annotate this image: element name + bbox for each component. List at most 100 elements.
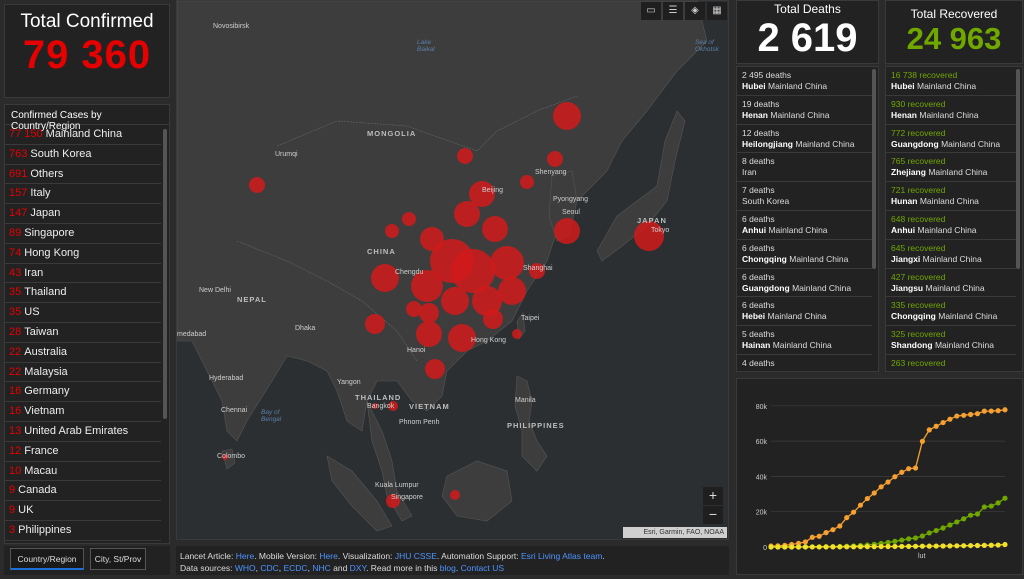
cdc-link[interactable]: CDC: [260, 563, 278, 573]
chart-point[interactable]: [975, 411, 980, 416]
chart-point[interactable]: [872, 490, 877, 495]
chart-point[interactable]: [858, 503, 863, 508]
nhc-link[interactable]: NHC: [312, 563, 330, 573]
chart-point[interactable]: [817, 534, 822, 539]
chart-point[interactable]: [996, 408, 1001, 413]
chart-point[interactable]: [906, 466, 911, 471]
contact-link[interactable]: Contact US: [461, 563, 504, 573]
deaths-list-item[interactable]: 6 deathsGuangdong Mainland China: [737, 269, 872, 298]
who-link[interactable]: WHO: [235, 563, 256, 573]
basemap-grid-icon[interactable]: ▦: [707, 2, 727, 20]
country-list-item[interactable]: 147Japan: [5, 204, 161, 224]
chart-point[interactable]: [975, 511, 980, 516]
chart-point[interactable]: [899, 544, 904, 549]
chart-point[interactable]: [913, 535, 918, 540]
country-list-scrollbar[interactable]: [163, 129, 167, 419]
chart-point[interactable]: [823, 544, 828, 549]
country-list-item[interactable]: 16Vietnam: [5, 402, 161, 422]
country-list-item[interactable]: 691Others: [5, 165, 161, 185]
country-list-item[interactable]: 16Germany: [5, 382, 161, 402]
chart-point[interactable]: [803, 544, 808, 549]
country-list-item[interactable]: 22Malaysia: [5, 363, 161, 383]
chart-point[interactable]: [865, 496, 870, 501]
lancet-link[interactable]: Here: [236, 551, 254, 561]
country-list-item[interactable]: 12France: [5, 442, 161, 462]
chart-point[interactable]: [844, 544, 849, 549]
chart-point[interactable]: [996, 542, 1001, 547]
chart-point[interactable]: [934, 424, 939, 429]
chart-point[interactable]: [796, 544, 801, 549]
chart-point[interactable]: [947, 543, 952, 548]
recovered-list-item[interactable]: 930 recoveredHenan Mainland China: [886, 96, 1016, 125]
recovered-list-item[interactable]: 765 recoveredZhejiang Mainland China: [886, 153, 1016, 182]
chart-point[interactable]: [885, 479, 890, 484]
country-list-item[interactable]: 77 150Mainland China: [5, 125, 161, 145]
recovered-list-scrollbar[interactable]: [1016, 69, 1020, 269]
chart-point[interactable]: [940, 525, 945, 530]
blog-link[interactable]: blog: [440, 563, 456, 573]
country-list-item[interactable]: 9Canada: [5, 481, 161, 501]
chart-point[interactable]: [844, 515, 849, 520]
chart-point[interactable]: [927, 544, 932, 549]
chart-point[interactable]: [996, 500, 1001, 505]
chart-point[interactable]: [961, 516, 966, 521]
chart-point[interactable]: [1002, 496, 1007, 501]
chart-point[interactable]: [961, 543, 966, 548]
mobile-link[interactable]: Here: [319, 551, 337, 561]
chart-point[interactable]: [823, 530, 828, 535]
chart-point[interactable]: [1002, 542, 1007, 547]
chart-point[interactable]: [982, 409, 987, 414]
deaths-list-item[interactable]: 2 495 deathsHubei Mainland China: [737, 67, 872, 96]
deaths-list-item[interactable]: 6 deathsAnhui Mainland China: [737, 211, 872, 240]
dxy-link[interactable]: DXY: [350, 563, 366, 573]
country-list-item[interactable]: 89Singapore: [5, 224, 161, 244]
chart-point[interactable]: [830, 527, 835, 532]
chart-point[interactable]: [1002, 407, 1007, 412]
chart-point[interactable]: [885, 544, 890, 549]
chart-point[interactable]: [775, 544, 780, 549]
deaths-list-item[interactable]: 7 deaths South Korea: [737, 182, 872, 211]
esri-link[interactable]: Esri Living Atlas team: [521, 551, 602, 561]
country-list-item[interactable]: 28Taiwan: [5, 323, 161, 343]
list-icon[interactable]: ☰: [663, 2, 683, 20]
deaths-list-item[interactable]: 12 deathsHeilongjiang Mainland China: [737, 125, 872, 154]
chart-point[interactable]: [913, 544, 918, 549]
country-list-item[interactable]: 3Philippines: [5, 521, 161, 541]
chart-point[interactable]: [954, 519, 959, 524]
jhu-link[interactable]: JHU CSSE: [395, 551, 437, 561]
chart-point[interactable]: [954, 543, 959, 548]
chart-point[interactable]: [968, 543, 973, 548]
deaths-list-item[interactable]: 5 deathsHainan Mainland China: [737, 326, 872, 355]
chart-point[interactable]: [810, 535, 815, 540]
deaths-list-item[interactable]: 6 deathsHebei Mainland China: [737, 297, 872, 326]
chart-point[interactable]: [961, 413, 966, 418]
chart-point[interactable]: [810, 544, 815, 549]
tab-city-state[interactable]: City, St/Prov: [90, 548, 146, 570]
chart-point[interactable]: [954, 413, 959, 418]
chart-point[interactable]: [934, 528, 939, 533]
chart-point[interactable]: [940, 420, 945, 425]
recovered-list-item[interactable]: 427 recoveredJiangsu Mainland China: [886, 269, 1016, 298]
chart-point[interactable]: [975, 543, 980, 548]
country-list-item[interactable]: 157Italy: [5, 184, 161, 204]
country-list-item[interactable]: 43Iran: [5, 264, 161, 284]
chart-point[interactable]: [865, 544, 870, 549]
chart-point[interactable]: [872, 544, 877, 549]
chart-point[interactable]: [982, 504, 987, 509]
country-list-item[interactable]: 9UK: [5, 501, 161, 521]
chart-point[interactable]: [879, 484, 884, 489]
deaths-list-item[interactable]: 6 deathsChongqing Mainland China: [737, 240, 872, 269]
chart-point[interactable]: [803, 539, 808, 544]
country-list-item[interactable]: 74Hong Kong: [5, 244, 161, 264]
ecdc-link[interactable]: ECDC: [283, 563, 307, 573]
country-list-item[interactable]: 3India: [5, 541, 161, 544]
chart-point[interactable]: [899, 537, 904, 542]
country-list-item[interactable]: 13United Arab Emirates: [5, 422, 161, 442]
chart-point[interactable]: [892, 474, 897, 479]
chart-point[interactable]: [906, 544, 911, 549]
country-list-item[interactable]: 35Thailand: [5, 283, 161, 303]
layers-icon[interactable]: ◈: [685, 2, 705, 20]
chart-point[interactable]: [768, 544, 773, 549]
chart-point[interactable]: [879, 544, 884, 549]
zoom-out-button[interactable]: −: [703, 506, 723, 524]
